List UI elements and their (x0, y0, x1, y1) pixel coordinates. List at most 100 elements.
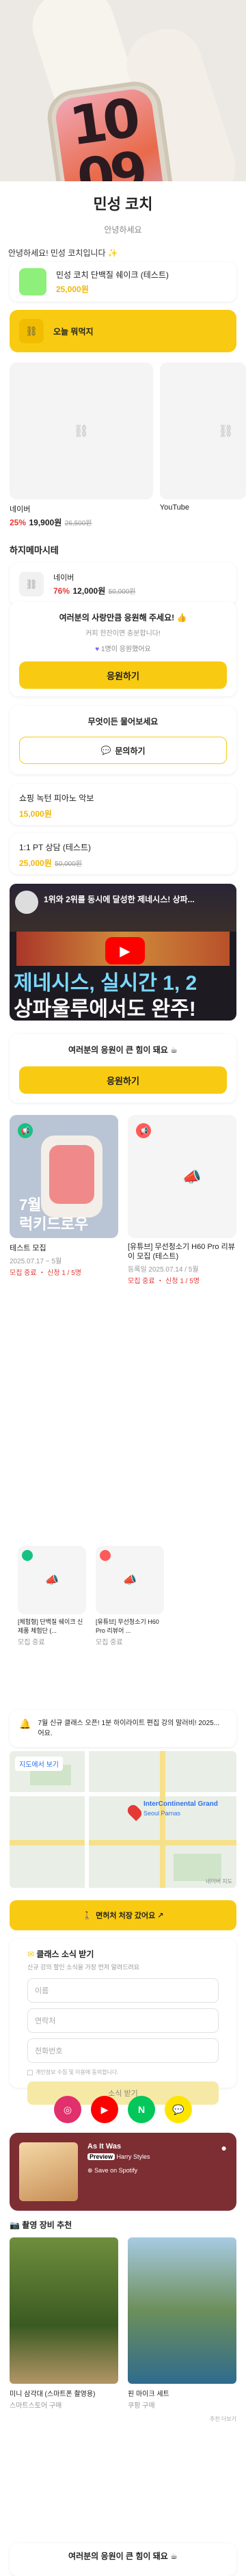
youtube-icon[interactable]: ▶ (91, 2096, 118, 2123)
support-subtitle: 커피 한잔이면 충분합니다! (85, 630, 161, 638)
gear-name: 핀 마이크 세트 (128, 2391, 169, 2398)
gear-section: 📷 촬영 장비 추천 미니 삼각대 (스마트폰 촬영용) 스마트스토어 구매 핀… (0, 2219, 246, 2423)
campaign-title: [유튜브] 무선청소기 H60 Pro 리뷰어 ... (96, 1618, 159, 1634)
discount: 25% (10, 518, 27, 527)
preview-badge: Preview (87, 2153, 115, 2160)
camera-icon: 📷 (10, 2220, 20, 2230)
discount: 76% (53, 586, 70, 596)
campaign-meta: 모집 중료 ・ 신청 1 / 5명 (10, 1270, 81, 1277)
product-title: 민성 코치 단백질 쉐이크 (테스트) (56, 270, 169, 280)
link-icon: ⛓ (159, 363, 246, 499)
section-title: 하지메마시테 (10, 545, 59, 555)
map-bar[interactable]: 🚶 면허처 처장 갔어요 ↗ (0, 1900, 246, 1930)
gear-image (10, 2237, 118, 2384)
inquiry-card: 무엇이든 물어보세요 💬 문의하기 (0, 706, 246, 774)
naver-icon[interactable]: N (128, 2096, 155, 2123)
link-name: YouTube (159, 503, 189, 512)
inquiry-title: 무엇이든 물어보세요 (87, 717, 159, 726)
product-card[interactable]: 쇼핑 녹턴 피아노 악보 15,000원 (0, 784, 246, 825)
map-place: InterContinental Grand (144, 1800, 218, 1808)
gear-meta: 쿠팡 구매 (128, 2402, 155, 2410)
section-hajime: 하지메마시테 ⛓ 네이버 76% 12,000원 50,000원 (0, 543, 246, 605)
album-art (19, 2142, 78, 2201)
product-price: 25,000원 (19, 858, 52, 868)
placeholder-icon: 📣 (123, 1575, 137, 1586)
campaign-card[interactable]: 📣 [체험형] 단백질 쉐이크 신제품 체험단 (... 모집 중료 (18, 1546, 86, 1646)
support-card: 여러분의 응원이 큰 힘이 돼요 ☕ 응원하기 (0, 1034, 246, 1103)
notice-bar[interactable]: ⛓ 오늘 뭐먹지 (0, 310, 246, 352)
support-title: 여러분의 사랑만큼 응원해 주세요! 👍 (59, 613, 187, 622)
contact-input[interactable]: 전화번호 (27, 2038, 219, 2063)
overlay-text: 럭키드로우 (19, 1215, 89, 1233)
form-title: 클래스 소식 받기 (36, 1949, 94, 1959)
save-spotify[interactable]: ⊕ Save on Spotify (87, 2167, 150, 2174)
gear-card[interactable]: 핀 마이크 세트 쿠팡 구매 (128, 2237, 236, 2410)
name-input[interactable]: 이름 (27, 1978, 219, 2003)
support-button[interactable]: 응원하기 (19, 1066, 227, 1094)
campaign-card[interactable]: 📢 📣 [유튜브] 무선청소기 H60 Pro 리뷰 이 모집 (테스트) 등록… (128, 1115, 236, 1285)
social-links: ◎ ▶ N 💬 (0, 2096, 246, 2123)
link-item[interactable]: ⛓ 네이버 76% 12,000원 50,000원 (10, 563, 236, 605)
campaign-meta: 2025.07.17 ~ 5월 (10, 1258, 62, 1265)
product-price: 25,000원 (56, 285, 89, 294)
support-title: 여러분의 응원이 큰 힘이 돼요 ☕ (68, 1045, 178, 1055)
link-card[interactable]: ⛓ YouTube (159, 363, 246, 529)
artist: Harry Styles (116, 2153, 150, 2160)
spotify-icon: ● (221, 2142, 227, 2153)
map-credit: 네이버 지도 (205, 1878, 232, 1884)
campaign-meta: 모집 중료 (18, 1639, 45, 1646)
campaign-grid: 📢 7월 럭키드로우 테스트 모집 2025.07.17 ~ 5월 모집 중료 … (0, 1115, 246, 1285)
video-embed[interactable]: 1위와 2위를 동시에 달성한 제네시스! 상파... ▶ 제네시스, 실시간 … (0, 884, 246, 1021)
heart-icon: ♥ (95, 646, 100, 653)
campaign-meta: 모집 중료 ・ 신청 1 / 5명 (128, 1278, 200, 1285)
inquiry-button[interactable]: 💬 문의하기 (19, 737, 227, 764)
map-pin-icon (125, 1802, 144, 1822)
product-title: 1:1 PT 상담 (테스트) (19, 843, 91, 852)
link-card[interactable]: ⛓ 네이버 25% 19,900원 26,500원 (10, 363, 153, 529)
chat-icon: 💬 (100, 746, 111, 755)
link-icon: ⛓ (19, 319, 44, 343)
profile-name: 민성 코치 (93, 196, 153, 213)
section-title: 촬영 장비 추천 (22, 2220, 72, 2230)
link-icon: ⛓ (19, 572, 44, 596)
gear-meta: 스마트스토어 구매 (10, 2402, 62, 2410)
announcement[interactable]: 🔔 7월 신규 클래스 오픈! 1분 하이라이트 편집 강의 말러비! 2025… (0, 1710, 246, 1747)
campaign-title: [체험형] 단백질 쉐이크 신제품 체험단 (... (18, 1618, 83, 1634)
price: 12,000원 (72, 586, 106, 596)
profile-bio: 안녕하세요 (104, 225, 142, 235)
support-card: 여러분의 사랑만큼 응원해 주세요! 👍 커피 한잔이면 충분합니다! ♥ 1명… (0, 602, 246, 696)
placeholder-icon: 📣 (45, 1575, 59, 1586)
plus-icon: ⊕ (87, 2167, 93, 2174)
consent-checkbox[interactable] (27, 2069, 33, 2075)
product-card[interactable]: 민성 코치 단백질 쉐이크 (테스트) 25,000원 (0, 262, 246, 302)
track-title: As It Was (87, 2142, 122, 2151)
gear-name: 미니 삼각대 (스마트폰 촬영용) (10, 2391, 96, 2398)
spotify-embed[interactable]: As It Was Preview Harry Styles ⊕ Save on… (0, 2133, 246, 2211)
play-icon[interactable]: ▶ (105, 937, 145, 964)
instagram-icon[interactable]: ◎ (54, 2096, 81, 2123)
map-place: Seoul Parnas (144, 1810, 181, 1817)
placeholder-icon: 📣 (182, 1168, 202, 1185)
kakao-icon[interactable]: 💬 (165, 2096, 192, 2123)
campaign-card[interactable]: 📢 7월 럭키드로우 테스트 모집 2025.07.17 ~ 5월 모집 중료 … (10, 1115, 118, 1285)
more-link[interactable]: 추천 더보기 (0, 2415, 246, 2423)
product-card[interactable]: 1:1 PT 상담 (테스트) 25,000원 50,000원 (0, 833, 246, 874)
map-embed[interactable]: 지도에서 보기 InterContinental Grand Seoul Par… (0, 1751, 246, 1888)
campaign-title: 테스트 모집 (10, 1244, 46, 1252)
support-title: 여러분의 응원이 큰 힘이 돼요 ☕ (68, 2551, 178, 2561)
map-link[interactable]: 지도에서 보기 (15, 1757, 63, 1771)
gear-card[interactable]: 미니 삼각대 (스마트폰 촬영용) 스마트스토어 구매 (10, 2237, 118, 2410)
bell-icon: 🔔 (19, 1718, 31, 1729)
video-title: 1위와 2위를 동시에 달성한 제네시스! 상파... (44, 895, 195, 904)
gear-image (128, 2237, 236, 2384)
campaign-title: [유튜브] 무선청소기 H60 Pro 리뷰 이 모집 (테스트) (128, 1243, 235, 1261)
phone-input[interactable]: 연락처 (27, 2008, 219, 2033)
greeting-text: 안녕하세요! 민성 코치입니다 ✨ (8, 248, 118, 258)
support-button[interactable]: 응원하기 (19, 661, 227, 689)
original-price: 50,000원 (108, 588, 136, 596)
link-icon: ⛓ (10, 363, 153, 499)
video-caption: 상파울루에서도 완주! (14, 998, 196, 1021)
megaphone-icon: 📢 (136, 1123, 151, 1138)
link-name: 네이버 (10, 505, 31, 514)
campaign-card[interactable]: 📣 [유튜브] 무선청소기 H60 Pro 리뷰어 ... 모집 중료 (96, 1546, 164, 1646)
